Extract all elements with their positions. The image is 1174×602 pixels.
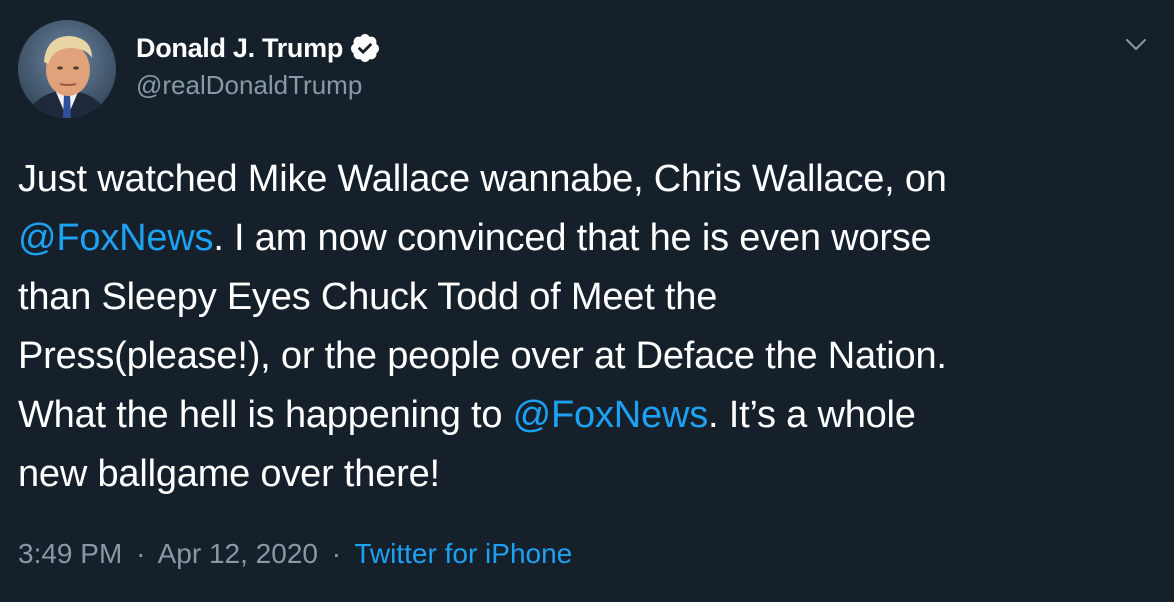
tweet-text: Just watched Mike Wallace wannabe, Chris… <box>18 150 1158 504</box>
tweet-text-segment: Just watched Mike Wallace wannabe, Chris… <box>18 158 947 200</box>
tweet-source-link[interactable]: Twitter for iPhone <box>354 538 572 569</box>
tweet-text-line: than Sleepy Eyes Chuck Todd of Meet the <box>18 268 1158 327</box>
tweet-text-segment: than Sleepy Eyes Chuck Todd of Meet the <box>18 276 718 318</box>
author-block: Donald J. Trump @realDonaldTrump <box>136 30 381 101</box>
chevron-down-icon[interactable] <box>1124 34 1148 54</box>
author-handle[interactable]: @realDonaldTrump <box>136 70 381 101</box>
tweet-date[interactable]: Apr 12, 2020 <box>158 538 318 569</box>
tweet-text-line: @FoxNews. I am now convinced that he is … <box>18 209 1158 268</box>
tweet-card: Donald J. Trump @realDonaldTrump Just wa… <box>0 0 1174 602</box>
tweet-text-line: new ballgame over there! <box>18 445 1158 504</box>
tweet-text-segment: . It’s a whole <box>708 394 916 436</box>
tweet-text-segment: new ballgame over there! <box>18 453 440 495</box>
avatar-photo-icon <box>18 20 116 118</box>
meta-separator: · <box>331 538 342 569</box>
mention-link[interactable]: @FoxNews <box>513 394 709 436</box>
tweet-time[interactable]: 3:49 PM <box>18 538 122 569</box>
mention-link[interactable]: @FoxNews <box>18 217 214 259</box>
tweet-text-segment: Press(please!), or the people over at De… <box>18 335 947 377</box>
tweet-text-segment: . I am now convinced that he is even wor… <box>213 217 932 259</box>
tweet-text-line: What the hell is happening to @FoxNews. … <box>18 386 1158 445</box>
tweet-text-segment: What the hell is happening to <box>18 394 513 436</box>
meta-separator: · <box>136 538 146 569</box>
verified-badge-icon <box>349 32 381 64</box>
avatar[interactable] <box>18 20 116 118</box>
display-name[interactable]: Donald J. Trump <box>136 33 343 64</box>
tweet-text-line: Press(please!), or the people over at De… <box>18 327 1158 386</box>
author-name-row[interactable]: Donald J. Trump <box>136 30 381 66</box>
tweet-text-line: Just watched Mike Wallace wannabe, Chris… <box>18 150 1158 209</box>
tweet-meta: 3:49 PM · Apr 12, 2020 · Twitter for iPh… <box>18 538 572 570</box>
